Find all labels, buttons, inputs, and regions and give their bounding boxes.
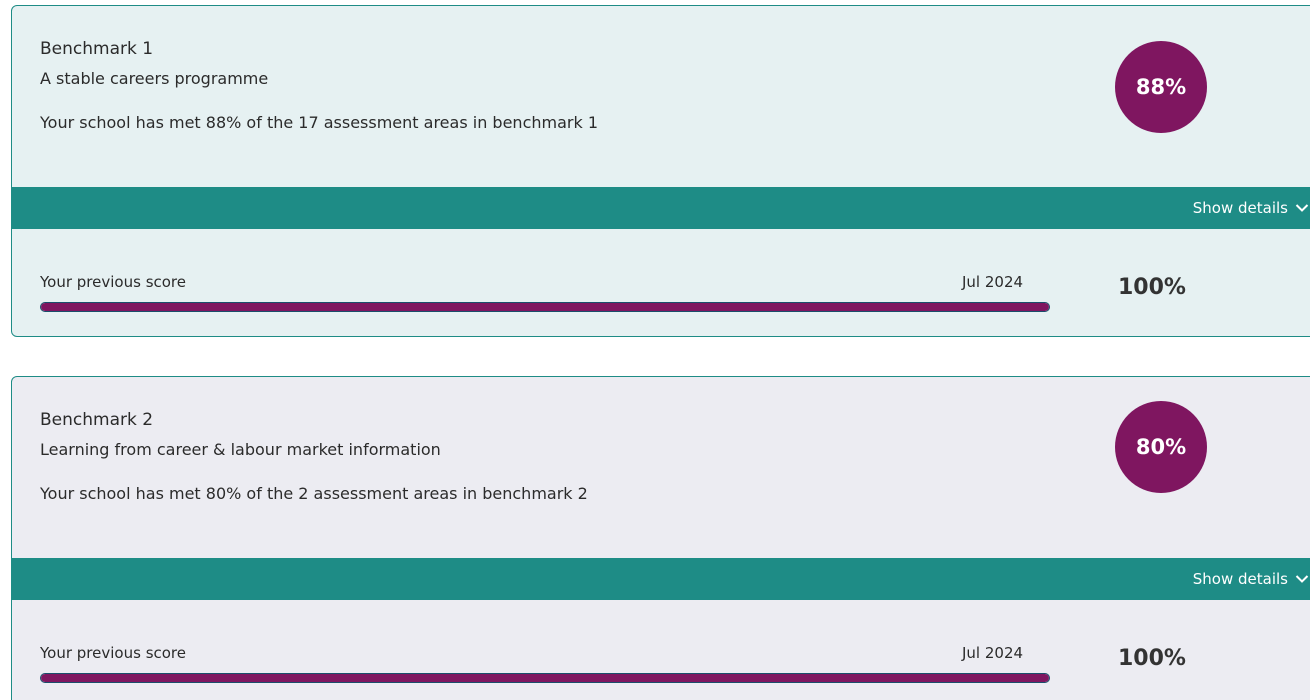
details-bar: Show details <box>12 187 1310 229</box>
show-details-label: Show details <box>1192 199 1288 217</box>
benchmark-summary: Benchmark 1 A stable careers programme Y… <box>12 6 1310 187</box>
chevron-down-icon <box>1295 572 1309 586</box>
previous-score-value: 100% <box>1118 275 1186 300</box>
progress-fill <box>41 674 1049 682</box>
benchmarks-page: Benchmark 1 A stable careers programme Y… <box>0 0 1310 700</box>
previous-score-value: 100% <box>1118 646 1186 671</box>
show-details-label: Show details <box>1192 570 1288 588</box>
benchmark-description: Your school has met 88% of the 17 assess… <box>40 113 598 132</box>
benchmark-summary: Benchmark 2 Learning from career & labou… <box>12 377 1310 558</box>
details-bar: Show details <box>12 558 1310 600</box>
score-badge: 80% <box>1115 401 1207 493</box>
benchmark-title: Benchmark 2 <box>40 410 154 430</box>
benchmark-subtitle: Learning from career & labour market inf… <box>40 440 441 459</box>
previous-score-label: Your previous score <box>40 273 186 291</box>
show-details-button[interactable]: Show details <box>1193 187 1309 229</box>
score-badge: 88% <box>1115 41 1207 133</box>
progress-fill <box>41 303 1049 311</box>
previous-score-progress <box>40 302 1050 312</box>
benchmark-title: Benchmark 1 <box>40 39 154 59</box>
previous-score-section: Your previous score Jul 2024 100% <box>12 600 1310 700</box>
benchmark-description: Your school has met 80% of the 2 assessm… <box>40 484 588 503</box>
show-details-button[interactable]: Show details <box>1193 558 1309 600</box>
benchmark-subtitle: A stable careers programme <box>40 69 269 88</box>
previous-score-progress <box>40 673 1050 683</box>
benchmark-card-1: Benchmark 1 A stable careers programme Y… <box>11 5 1310 337</box>
previous-score-date: Jul 2024 <box>962 273 1024 291</box>
previous-score-section: Your previous score Jul 2024 100% <box>12 229 1310 336</box>
previous-score-date: Jul 2024 <box>962 644 1024 662</box>
chevron-down-icon <box>1295 201 1309 215</box>
benchmark-card-2: Benchmark 2 Learning from career & labou… <box>11 376 1310 700</box>
previous-score-label: Your previous score <box>40 644 186 662</box>
